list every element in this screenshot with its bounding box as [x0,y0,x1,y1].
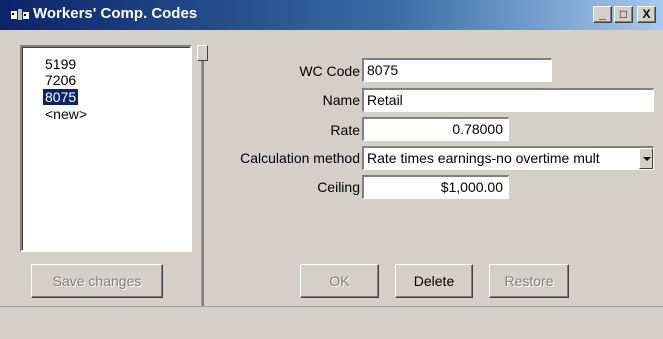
calculation-method-select[interactable]: Rate times earnings-no overtime mult [362,146,654,170]
wc-code-label: WC Code [299,63,360,79]
list-item-new[interactable]: <new> [43,106,89,122]
status-bar [0,306,663,339]
rate-field[interactable]: 0.78000 [362,117,509,141]
name-label: Name [322,92,360,108]
wc-code-field[interactable]: 8075 [362,58,552,82]
dropdown-button[interactable] [639,148,653,169]
splitter[interactable] [201,52,204,314]
chevron-down-icon [643,157,651,161]
name-field[interactable]: Retail [362,88,654,112]
list-item-8075[interactable]: 8075 [43,89,79,105]
close-button[interactable]: X [637,6,656,23]
maximize-button[interactable]: □ [614,6,633,23]
window-title: Workers' Comp. Codes [33,5,198,22]
save-changes-button[interactable]: Save changes [31,264,163,298]
minimize-icon: _ [599,7,606,21]
restore-button[interactable]: Restore [489,264,569,298]
delete-button[interactable]: Delete [395,264,473,298]
rate-label: Rate [330,122,360,138]
calculation-method-label: Calculation method [240,150,360,166]
list-item-7206[interactable]: 7206 [43,72,78,88]
app-icon [11,9,29,20]
splitter-handle[interactable] [197,45,208,61]
ok-button[interactable]: OK [300,264,379,298]
ceiling-field[interactable]: $1,000.00 [362,175,509,199]
maximize-icon: □ [619,7,628,21]
codes-list[interactable]: 5199 7206 8075 <new> [20,45,192,252]
close-icon: X [642,7,651,21]
list-item-5199[interactable]: 5199 [43,56,78,72]
ceiling-label: Ceiling [317,179,360,195]
minimize-button[interactable]: _ [593,6,612,23]
title-bar[interactable]: Workers' Comp. Codes _ □ X [0,0,663,30]
calculation-method-value: Rate times earnings-no overtime mult [367,150,600,166]
